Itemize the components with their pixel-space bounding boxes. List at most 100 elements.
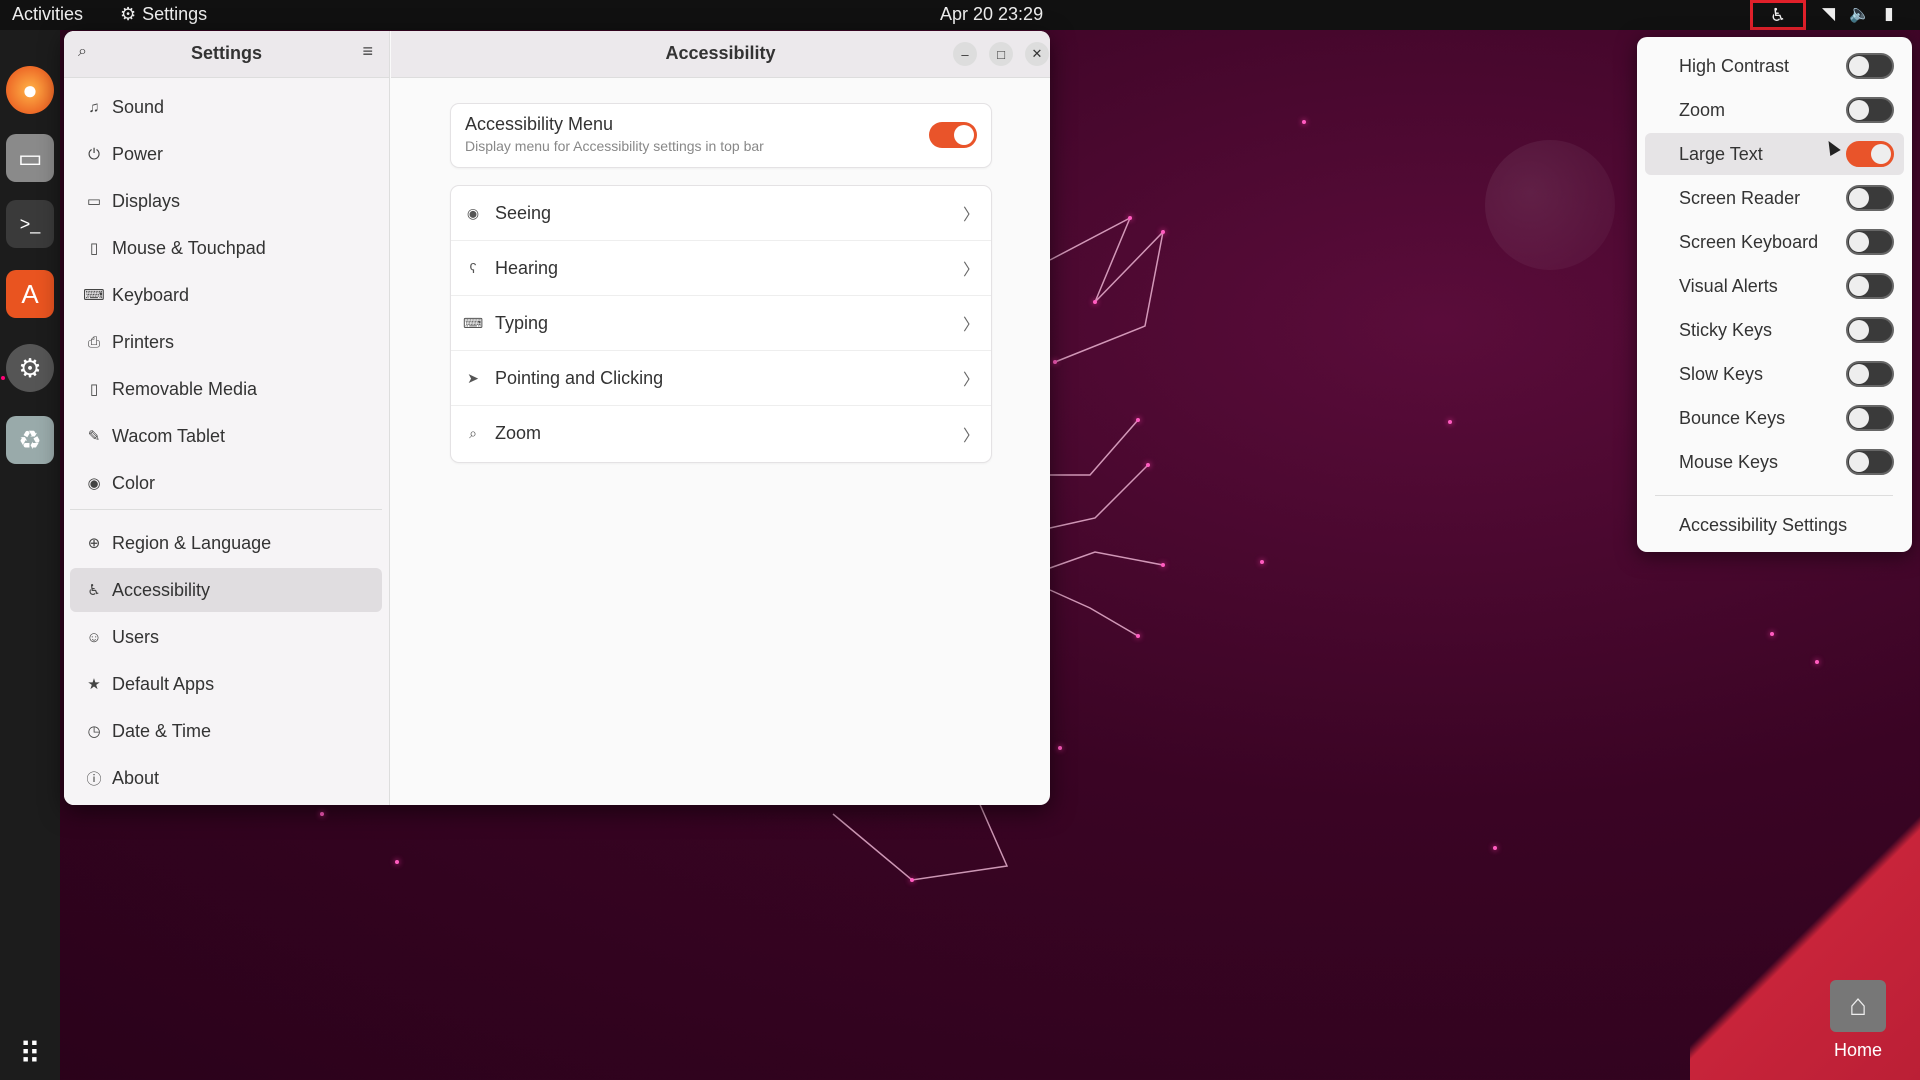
bounce-keys-toggle[interactable] <box>1846 405 1894 431</box>
popup-item-screen-reader[interactable]: Screen Reader <box>1645 177 1904 219</box>
trash-icon[interactable]: ♻ <box>6 416 54 464</box>
sticky-keys-toggle[interactable] <box>1846 317 1894 343</box>
sidebar-item-wacom-tablet[interactable]: ✎ Wacom Tablet <box>70 414 382 458</box>
sidebar-item-accessibility[interactable]: ♿ Accessibility <box>70 568 382 612</box>
screen-reader-toggle[interactable] <box>1846 185 1894 211</box>
screen-keyboard-toggle[interactable] <box>1846 229 1894 255</box>
sidebar: ⌕ Settings ≡ ♫ Sound ⏻ Power ▭ Displays ▯ Mo… <box>64 31 390 805</box>
popup-item-visual-alerts[interactable]: Visual Alerts <box>1645 265 1904 307</box>
popup-item-mouse-keys[interactable]: Mouse Keys <box>1645 441 1904 483</box>
accessibility-menu-toggle[interactable] <box>929 122 977 148</box>
sidebar-item-date-time[interactable]: ◷ Date & Time <box>70 709 382 753</box>
sidebar-item-label: Region & Language <box>112 532 272 553</box>
sidebar-item-region-language[interactable]: ⊕ Region & Language <box>70 521 382 565</box>
star <box>1493 846 1497 850</box>
popup-item-sticky-keys[interactable]: Sticky Keys <box>1645 309 1904 351</box>
sidebar-item-removable-media[interactable]: ▯ Removable Media <box>70 367 382 411</box>
section-label: Typing <box>495 312 549 333</box>
pointer-icon: ➤ <box>467 369 479 386</box>
sidebar-item-color[interactable]: ◉ Color <box>70 461 382 505</box>
visual-alerts-toggle[interactable] <box>1846 273 1894 299</box>
sidebar-item-label: Accessibility <box>112 579 211 600</box>
sidebar-item-users[interactable]: ☺ Users <box>70 615 382 659</box>
star <box>1136 418 1140 422</box>
firefox-icon[interactable]: ● <box>6 66 54 114</box>
app-menu[interactable]: ⚙ Settings <box>120 4 207 25</box>
high-contrast-toggle[interactable] <box>1846 53 1894 79</box>
files-icon[interactable]: ▭ <box>6 134 54 182</box>
app-grid-icon[interactable]: ⠿ <box>6 1030 54 1078</box>
accessibility-menu-label: Accessibility Menu <box>465 114 614 134</box>
software-store-icon[interactable]: A <box>6 270 54 318</box>
star <box>1302 120 1306 124</box>
large-text-toggle[interactable] <box>1846 141 1894 167</box>
star <box>1146 463 1150 467</box>
star <box>1815 660 1819 664</box>
sidebar-item-mouse[interactable]: ▯ Mouse & Touchpad <box>70 226 382 270</box>
app-menu-label: Settings <box>142 4 208 24</box>
info-icon: ⓘ <box>86 770 102 788</box>
wifi-icon: ◥ <box>1822 4 1836 23</box>
sidebar-item-printers[interactable]: ⎙ Printers <box>70 320 382 364</box>
power-icon: ⏻ <box>88 145 100 163</box>
accessibility-sections-list: ◉ Seeing 〉 ʕ Hearing 〉 ⌨ Typing 〉 ➤ Pointing an… <box>451 186 991 462</box>
section-row-hearing[interactable]: ʕ Hearing 〉 <box>451 241 991 296</box>
accessibility-popup-menu: High Contrast Zoom Large Text Screen Rea… <box>1637 37 1912 552</box>
terminal-icon[interactable]: >_ <box>6 200 54 248</box>
popup-item-label: Screen Keyboard <box>1679 231 1819 252</box>
section-row-typing[interactable]: ⌨ Typing 〉 <box>451 296 991 351</box>
chevron-right-icon: 〉 <box>962 372 979 389</box>
accessibility-settings-link[interactable]: Accessibility Settings <box>1679 515 1847 536</box>
sidebar-item-keyboard[interactable]: ⌨ Keyboard <box>70 273 382 317</box>
clock[interactable]: Apr 20 23:29 <box>940 4 1043 25</box>
printer-icon: ⎙ <box>87 333 100 351</box>
star <box>1093 300 1097 304</box>
section-row-zoom[interactable]: ⌕ Zoom 〉 <box>451 406 991 461</box>
sidebar-item-default-apps[interactable]: ★ Default Apps <box>70 662 382 706</box>
section-row-seeing[interactable]: ◉ Seeing 〉 <box>451 186 991 241</box>
popup-item-high-contrast[interactable]: High Contrast <box>1645 45 1904 87</box>
mouse-keys-toggle[interactable] <box>1846 449 1894 475</box>
activities-button[interactable]: Activities <box>12 4 83 25</box>
top-bar: Activities ⚙ Settings Apr 20 23:29 ♿ ◥ 🔈… <box>0 0 1920 30</box>
sidebar-divider <box>70 509 382 510</box>
sidebar-item-label: Wacom Tablet <box>112 425 226 446</box>
sidebar-title: Settings <box>190 43 262 63</box>
popup-item-screen-keyboard[interactable]: Screen Keyboard <box>1645 221 1904 263</box>
popup-item-bounce-keys[interactable]: Bounce Keys <box>1645 397 1904 439</box>
sidebar-item-about[interactable]: ⓘ About <box>70 756 382 800</box>
minimize-button[interactable]: – <box>953 42 977 66</box>
popup-item-slow-keys[interactable]: Slow Keys <box>1645 353 1904 395</box>
music-note-icon: ♫ <box>88 98 100 116</box>
hamburger-menu-icon[interactable]: ≡ <box>362 41 373 62</box>
users-icon: ☺ <box>86 628 102 646</box>
gear-icon: ⚙ <box>120 4 137 24</box>
settings-icon[interactable]: ⚙ <box>6 344 54 392</box>
sidebar-item-sound[interactable]: ♫ Sound <box>70 85 382 129</box>
sidebar-item-label: Default Apps <box>112 673 215 694</box>
sidebar-item-label: Removable Media <box>112 378 258 399</box>
system-status-area[interactable]: ◥ 🔈 ▮ <box>1822 4 1894 24</box>
home-folder-icon[interactable]: ⌂ <box>1830 980 1886 1032</box>
home-folder-label: Home <box>1833 1040 1882 1060</box>
sidebar-item-label: Power <box>112 143 164 164</box>
maximize-button[interactable]: □ <box>989 42 1013 66</box>
close-button[interactable]: ✕ <box>1025 42 1049 66</box>
popup-item-large-text[interactable]: Large Text <box>1645 133 1904 175</box>
eye-icon: ◉ <box>466 204 480 221</box>
star <box>1161 563 1165 567</box>
star <box>1770 632 1774 636</box>
sidebar-item-displays[interactable]: ▭ Displays <box>70 179 382 223</box>
accessibility-menu-button[interactable]: ♿ <box>1750 0 1806 30</box>
section-label: Seeing <box>495 202 552 223</box>
section-row-pointing[interactable]: ➤ Pointing and Clicking 〉 <box>451 351 991 406</box>
zoom-toggle[interactable] <box>1846 97 1894 123</box>
display-icon: ▭ <box>86 193 102 210</box>
sidebar-item-power[interactable]: ⏻ Power <box>70 132 382 176</box>
content-header: Accessibility – □ ✕ <box>391 31 1050 78</box>
slow-keys-toggle[interactable] <box>1846 361 1894 387</box>
accessibility-icon: ♿ <box>1769 4 1787 25</box>
popup-item-zoom[interactable]: Zoom <box>1645 89 1904 131</box>
popup-item-label: Sticky Keys <box>1679 319 1773 340</box>
section-label: Zoom <box>495 423 542 443</box>
